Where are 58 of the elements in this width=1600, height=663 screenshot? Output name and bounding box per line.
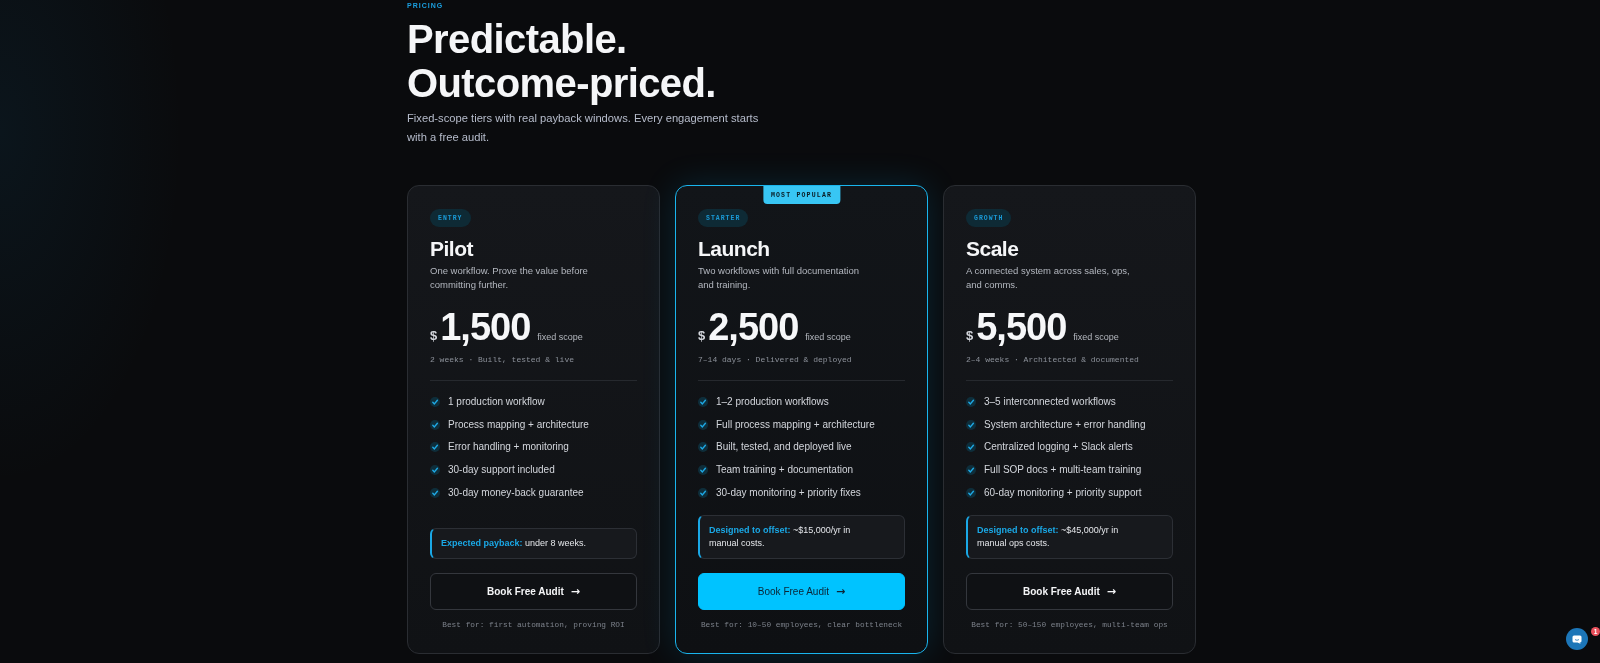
check-icon	[966, 487, 976, 498]
book-audit-button[interactable]: Book Free Audit →	[698, 573, 905, 610]
check-icon	[430, 465, 440, 476]
plan-description: Two workflows with full documentation and training.	[698, 264, 861, 291]
price-note: fixed scope	[537, 332, 583, 342]
feature-text: System architecture + error handling	[984, 417, 1146, 432]
feature-text: Process mapping + architecture	[448, 417, 589, 432]
price-amount: 2,500	[708, 308, 799, 346]
feature-text: Built, tested, and deployed live	[716, 440, 852, 455]
feature-text: Full process mapping + architecture	[716, 417, 875, 432]
chat-bubble-icon	[1572, 634, 1582, 644]
check-icon	[698, 419, 708, 430]
plan-name: Launch	[698, 237, 770, 261]
feature-text: 60-day monitoring + priority support	[984, 485, 1142, 500]
check-icon	[966, 465, 976, 476]
check-icon	[966, 419, 976, 430]
currency-symbol: $	[698, 328, 706, 343]
price-amount: 5,500	[976, 308, 1067, 346]
timeline-text: 7–14 days · Delivered & deployed	[698, 354, 852, 366]
feature-text: 1 production workflow	[448, 395, 545, 409]
section-subtitle: Fixed-scope tiers with real payback windows. Every engagement starts with a free audit.	[407, 111, 760, 145]
check-icon	[430, 487, 440, 498]
currency-symbol: $	[430, 328, 438, 343]
plan-description: One workflow. Prove the value before committing further.	[430, 264, 589, 291]
feature-text: Error handling + monitoring	[448, 440, 569, 455]
timeline-text: 2 weeks · Built, tested & live	[430, 354, 575, 366]
timeline-text: 2–4 weeks · Architected & documented	[966, 354, 1139, 366]
payback-callout: Designed to offset: ~$45,000/yr in manual ops costs.	[966, 515, 1173, 559]
price-note: fixed scope	[1073, 332, 1119, 342]
chat-launcher-button[interactable]	[1566, 628, 1588, 650]
plan-name: Pilot	[430, 237, 473, 261]
check-icon	[966, 397, 976, 407]
plan-name: Scale	[966, 237, 1019, 261]
check-icon	[698, 442, 708, 453]
payback-callout: Designed to offset: ~$15,000/yr in manual costs.	[698, 515, 905, 559]
check-icon	[698, 487, 708, 498]
payback-callout: Expected payback: under 8 weeks.	[430, 528, 637, 559]
feature-text: Centralized logging + Slack alerts	[984, 440, 1133, 455]
check-icon	[698, 397, 708, 407]
check-icon	[698, 465, 708, 476]
feature-text: Full SOP docs + multi-team training	[984, 463, 1142, 478]
feature-text: 3–5 interconnected workflows	[984, 395, 1116, 409]
feature-text: Team training + documentation	[716, 463, 854, 478]
book-audit-button[interactable]: Book Free Audit →	[430, 573, 637, 610]
check-icon	[430, 442, 440, 453]
price-amount: 1,500	[440, 308, 531, 346]
plan-description: A connected system across sales, ops, and comms.	[966, 264, 1131, 291]
price-note: fixed scope	[805, 332, 851, 342]
feature-text: 30-day support included	[448, 463, 555, 478]
check-icon	[430, 419, 440, 430]
currency-symbol: $	[966, 328, 974, 343]
check-icon	[430, 397, 440, 407]
section-title: Predictable. Outcome-priced.	[407, 17, 716, 105]
feature-text: 1–2 production workflows	[716, 395, 829, 409]
check-icon	[966, 442, 976, 453]
book-audit-button[interactable]: Book Free Audit →	[966, 573, 1173, 610]
feature-text: 30-day monitoring + priority fixes	[716, 485, 861, 500]
feature-text: 30-day money-back guarantee	[448, 485, 584, 500]
